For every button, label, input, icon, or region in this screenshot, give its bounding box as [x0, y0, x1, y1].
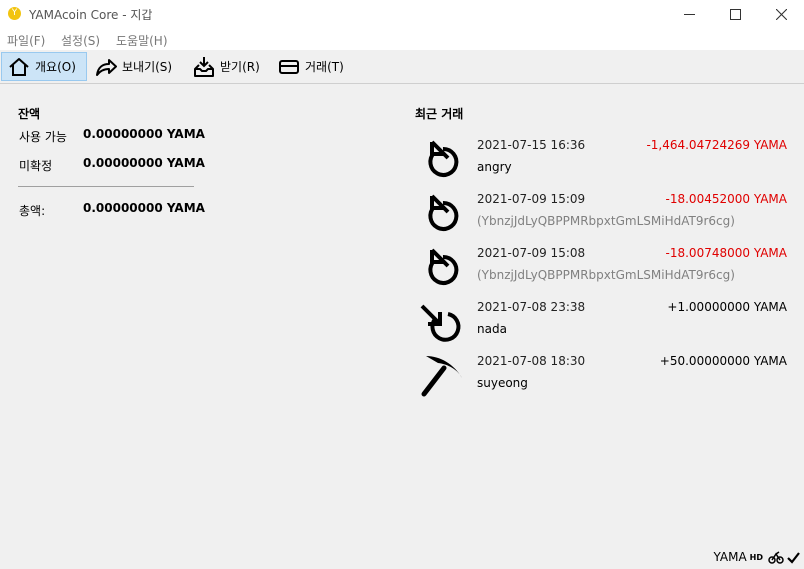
send-icon	[428, 194, 459, 231]
app-logo-icon: Y	[8, 7, 21, 20]
menu-bar: 파일(F) 설정(S) 도움말(H)	[0, 28, 804, 50]
network-activity-icon[interactable]	[768, 550, 784, 564]
transaction-amount: +1.00000000 YAMA	[667, 300, 787, 314]
maximize-icon	[729, 8, 741, 20]
home-icon	[9, 57, 29, 76]
transaction-amount: -1,464.04724269 YAMA	[646, 138, 787, 152]
transaction-date: 2021-07-09 15:09	[477, 192, 586, 206]
hd-wallet-badge: HD	[749, 552, 763, 562]
transaction-date: 2021-07-09 15:08	[477, 246, 586, 260]
send-icon	[428, 248, 459, 285]
pickaxe-icon	[421, 356, 462, 397]
pending-value: 0.00000000 YAMA	[83, 156, 205, 170]
total-value: 0.00000000 YAMA	[83, 201, 205, 215]
tab-transactions-label: 거래(T)	[305, 60, 344, 74]
transaction-label: (YbnzjJdLyQBPPMRbpxtGmLSMiHdAT9r6cg)	[477, 268, 735, 282]
transaction-date: 2021-07-08 18:30	[477, 354, 586, 368]
transaction-label: suyeong	[477, 376, 528, 390]
title-bar: Y YAMAcoin Core - 지갑	[0, 0, 804, 28]
transaction-amount: -18.00452000 YAMA	[665, 192, 787, 206]
available-label: 사용 가능	[19, 130, 67, 144]
transaction-date: 2021-07-15 16:36	[477, 138, 586, 152]
transaction-label: nada	[477, 322, 507, 336]
transaction-row[interactable]: 2021-07-08 18:30 +50.00000000 YAMA suyeo…	[415, 354, 795, 408]
close-icon	[775, 8, 787, 20]
transaction-label: angry	[477, 160, 512, 174]
receive-inbox-icon	[194, 56, 214, 77]
menu-help[interactable]: 도움말(H)	[116, 32, 168, 49]
transaction-amount: -18.00748000 YAMA	[665, 246, 787, 260]
transaction-date: 2021-07-08 23:38	[477, 300, 586, 314]
tab-send[interactable]: 보내기(S)	[88, 52, 180, 81]
balances-title: 잔액	[18, 107, 41, 121]
toolbar: 개요(O) 보내기(S) 받기(R) 거래(T)	[0, 50, 804, 84]
tab-transactions[interactable]: 거래(T)	[271, 52, 353, 81]
send-arrow-icon	[96, 58, 117, 76]
balance-divider	[18, 186, 194, 187]
transaction-amount: +50.00000000 YAMA	[659, 354, 787, 368]
window-title: YAMAcoin Core - 지갑	[29, 8, 153, 22]
recent-transactions-title: 최근 거래	[415, 107, 464, 121]
tab-overview[interactable]: 개요(O)	[1, 52, 87, 81]
synced-check-icon[interactable]	[787, 551, 800, 564]
close-button[interactable]	[758, 0, 804, 28]
transaction-row[interactable]: 2021-07-09 15:08 -18.00748000 YAMA (Ybnz…	[415, 246, 795, 300]
tab-receive-label: 받기(R)	[220, 60, 260, 74]
transaction-row[interactable]: 2021-07-09 15:09 -18.00452000 YAMA (Ybnz…	[415, 192, 795, 246]
minimize-button[interactable]	[666, 0, 712, 28]
transaction-row[interactable]: 2021-07-08 23:38 +1.00000000 YAMA nada	[415, 300, 795, 354]
menu-settings[interactable]: 설정(S)	[61, 32, 100, 49]
card-icon	[279, 59, 299, 74]
tab-overview-label: 개요(O)	[35, 60, 76, 74]
pending-label: 미확정	[19, 159, 53, 173]
transaction-label: (YbnzjJdLyQBPPMRbpxtGmLSMiHdAT9r6cg)	[477, 214, 735, 228]
send-icon	[428, 140, 459, 177]
tab-receive[interactable]: 받기(R)	[186, 52, 266, 81]
maximize-button[interactable]	[712, 0, 758, 28]
transaction-row[interactable]: 2021-07-15 16:36 -1,464.04724269 YAMA an…	[415, 138, 795, 192]
receive-icon	[420, 304, 461, 342]
available-value: 0.00000000 YAMA	[83, 127, 205, 141]
minimize-icon	[683, 13, 695, 15]
menu-file[interactable]: 파일(F)	[7, 32, 45, 49]
tab-send-label: 보내기(S)	[122, 60, 173, 74]
total-label: 총액:	[19, 204, 46, 218]
unit-selector[interactable]: YAMA	[713, 550, 746, 564]
status-bar: YAMA HD	[713, 549, 800, 565]
